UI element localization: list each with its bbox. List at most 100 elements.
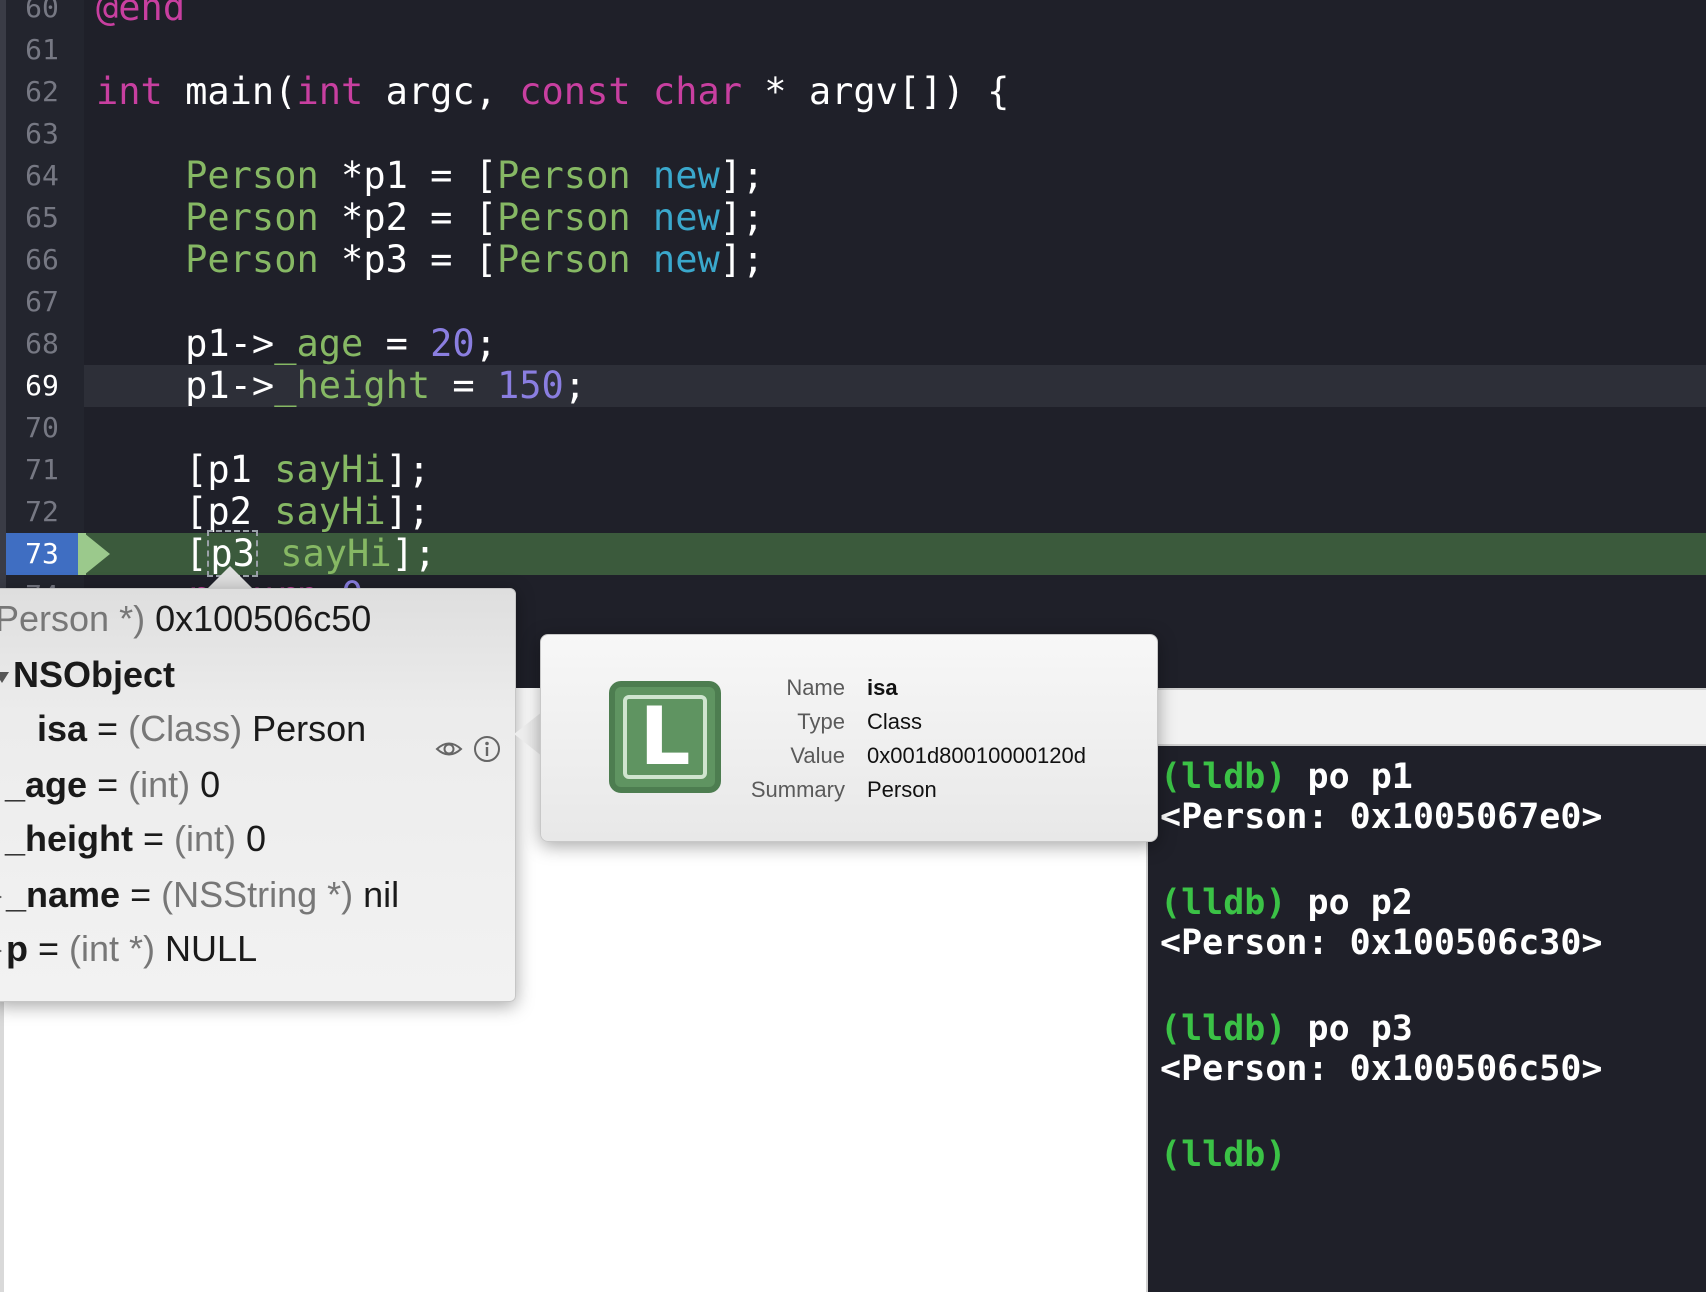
variable-equals: = (120, 874, 162, 915)
code-line-60[interactable]: 60 @end (0, 0, 1706, 29)
detail-label-name: Name (786, 675, 845, 700)
code-token: [p1 (96, 448, 275, 491)
line-number[interactable]: 73 (6, 533, 78, 575)
detail-popover-pointer (514, 712, 542, 756)
code-line-62[interactable]: 62 int main(int argc, const char * argv[]… (0, 71, 1706, 113)
detail-label-value: Value (790, 743, 845, 768)
line-number[interactable]: 64 (6, 155, 78, 197)
variable-row-age[interactable]: _age = (int) 0 (5, 757, 220, 813)
code-token: ]; (719, 196, 765, 239)
code-token: Person (185, 154, 319, 197)
code-token: *p3 = [ (318, 238, 497, 281)
variable-value: 0 (190, 764, 221, 805)
code-token: Person (185, 196, 319, 239)
class-type-icon-letter: L (639, 690, 691, 783)
variable-header: Person *) 0x100506c50 (0, 591, 371, 647)
line-code[interactable]: Person *p2 = [Person new]; (96, 197, 764, 239)
variable-detail-popover[interactable]: L Name isa Type Class Value 0x001d80010000120… (540, 634, 1158, 842)
line-code[interactable]: [p3 sayHi]; (96, 530, 437, 577)
variable-equals: = (87, 764, 129, 805)
code-token: new (652, 238, 720, 281)
code-token: Person (496, 154, 631, 197)
console-output: <Person: 0x1005067e0> (1160, 797, 1603, 837)
variable-row-isa[interactable]: isa = (Class) Person (37, 701, 366, 757)
code-token: *p2 = [ (318, 196, 497, 239)
console-command-line: (lldb) po p3 (1160, 1008, 1413, 1050)
variable-type: (int) (128, 764, 191, 805)
disclosure-triangle-icon[interactable] (0, 890, 2, 905)
variable-equals: = (87, 708, 129, 749)
line-number[interactable]: 72 (6, 491, 78, 533)
variable-row-height[interactable]: _height = (int) 0 (5, 811, 266, 867)
info-icon[interactable] (473, 735, 501, 763)
code-token: Person (496, 196, 631, 239)
line-number[interactable]: 63 (6, 113, 78, 155)
console-command: po p3 (1286, 1009, 1413, 1049)
line-code[interactable]: [p1 sayHi]; (96, 449, 430, 491)
line-code[interactable]: [p2 sayHi]; (96, 491, 430, 533)
line-code[interactable]: @end (96, 0, 185, 29)
line-number[interactable]: 67 (6, 281, 78, 323)
code-line-71[interactable]: 71 [p1 sayHi]; (0, 449, 1706, 491)
code-line-61[interactable]: 61 (0, 29, 1706, 71)
code-token: * argv[]) { (742, 70, 1010, 113)
code-editor[interactable]: 60 @end 61 62 int main(int argc, const char … (0, 0, 1706, 590)
variable-name: _age (5, 764, 88, 805)
line-code[interactable]: Person *p1 = [Person new]; (96, 155, 764, 197)
detail-value-name: isa (867, 675, 898, 700)
line-number[interactable]: 70 (6, 407, 78, 449)
code-token: int (96, 70, 163, 113)
line-code[interactable]: p1->_age = 20; (96, 323, 497, 365)
variable-row-p[interactable]: p = (int *) NULL (0, 921, 257, 977)
disclosure-triangle-icon[interactable] (0, 671, 9, 683)
code-token: new (652, 154, 720, 197)
line-code[interactable]: Person *p3 = [Person new]; (96, 239, 764, 281)
code-line-65[interactable]: 65 Person *p2 = [Person new]; (0, 197, 1706, 239)
variable-value: 0 (236, 818, 267, 859)
class-type-icon: L (609, 681, 721, 793)
line-code[interactable]: int main(int argc, const char * argv[]) … (96, 71, 1009, 113)
code-token: sayHi (280, 532, 392, 575)
line-number[interactable]: 65 (6, 197, 78, 239)
line-number[interactable]: 68 (6, 323, 78, 365)
line-number[interactable]: 61 (6, 29, 78, 71)
code-line-73[interactable]: 73 [p3 sayHi]; (0, 530, 1706, 577)
variable-popover-pointer (206, 566, 254, 590)
line-code[interactable]: p1->_height = 150; (96, 365, 586, 407)
code-token: @end (96, 0, 186, 29)
debug-console[interactable]: (lldb) po p1 <Person: 0x1005067e0> (lldb) … (1146, 746, 1706, 1292)
code-token: const (519, 70, 631, 113)
code-line-68[interactable]: 68 p1->_age = 20; (0, 323, 1706, 365)
code-line-63[interactable]: 63 (0, 113, 1706, 155)
code-token: ]; (391, 532, 437, 575)
lldb-prompt: (lldb) (1160, 1009, 1287, 1049)
line-number[interactable]: 62 (6, 71, 78, 113)
variable-equals: = (133, 818, 175, 859)
code-line-64[interactable]: 64 Person *p1 = [Person new]; (0, 155, 1706, 197)
code-line-72[interactable]: 72 [p2 sayHi]; (0, 491, 1706, 533)
variable-row-name[interactable]: _name = (NSString *) nil (0, 867, 399, 923)
code-token: _age (274, 322, 364, 365)
code-token: ]; (719, 238, 765, 281)
console-command-line: (lldb) po p2 (1160, 882, 1413, 924)
disclosure-triangle-icon[interactable] (0, 944, 2, 959)
line-number[interactable]: 69 (6, 365, 78, 407)
variable-name: _name (6, 874, 121, 915)
variable-name: p (6, 928, 28, 969)
line-number[interactable]: 60 (6, 0, 78, 29)
code-line-69[interactable]: 69 p1->_height = 150; (0, 365, 1706, 407)
line-number[interactable]: 71 (6, 449, 78, 491)
variable-popover[interactable]: Person *) 0x100506c50 NSObject isa = (Cl… (0, 588, 516, 1002)
variable-name: _height (5, 818, 134, 859)
line-number[interactable]: 66 (6, 239, 78, 281)
code-line-70[interactable]: 70 (0, 407, 1706, 449)
code-token: new (652, 196, 720, 239)
code-token: ]; (385, 490, 431, 533)
lldb-prompt: (lldb) (1160, 757, 1287, 797)
code-line-67[interactable]: 67 (0, 281, 1706, 323)
superclass-row[interactable]: NSObject (0, 647, 175, 703)
eye-icon[interactable] (435, 735, 463, 763)
code-line-66[interactable]: 66 Person *p3 = [Person new]; (0, 239, 1706, 281)
